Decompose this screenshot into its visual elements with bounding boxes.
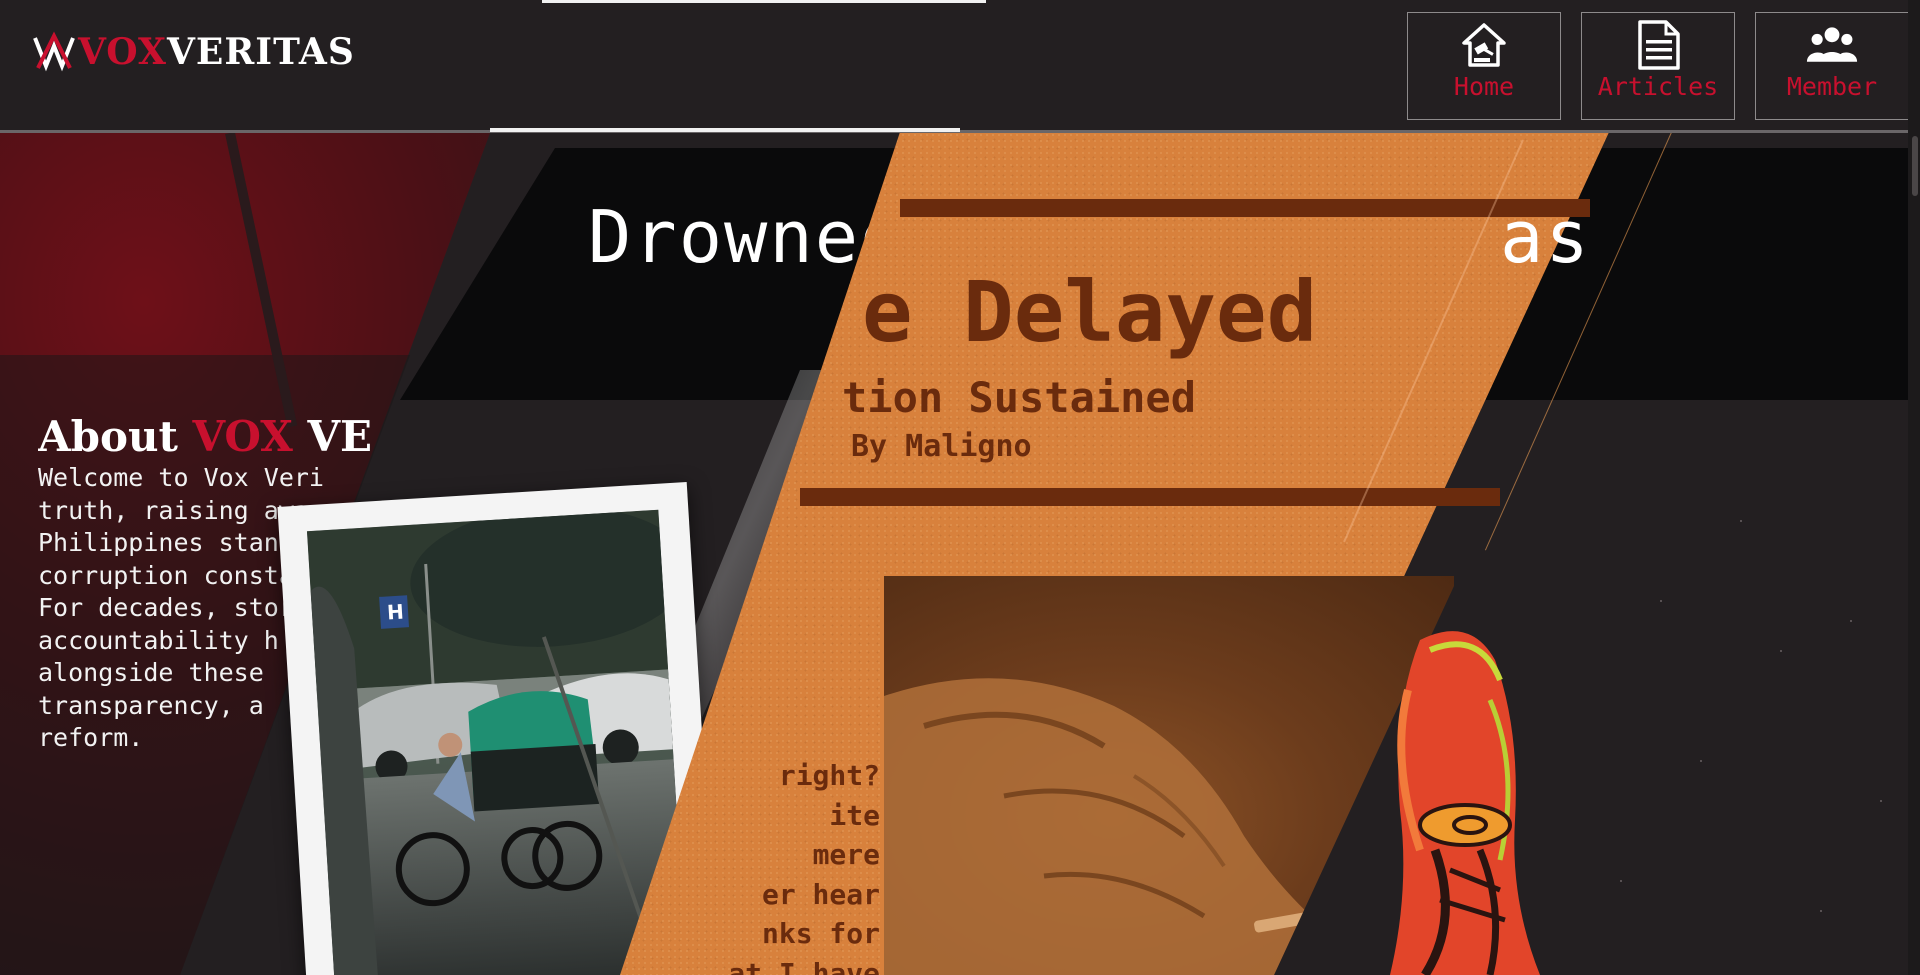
background-speck: [1620, 880, 1622, 882]
about-title: About VOX VE: [38, 412, 478, 462]
header-top-strip: [542, 0, 986, 3]
logo-vox-text: VOX: [78, 31, 167, 73]
about-title-suffix: VE: [292, 412, 373, 461]
document-icon: [1632, 19, 1684, 71]
background-speck: [1850, 620, 1852, 622]
flood-street-photo: H: [306, 509, 688, 975]
article-subheadline: tion Sustained: [842, 373, 1197, 422]
vox-veritas-logo-icon: [32, 30, 76, 74]
header-divider-highlight: [490, 128, 960, 132]
newspaper-rule-bottom: [800, 488, 1500, 506]
background-speck: [1660, 600, 1662, 602]
background-speck: [1820, 910, 1822, 912]
feature-title-tail: as: [1500, 195, 1591, 279]
main-nav: Home Articles Member: [1407, 12, 1909, 120]
about-title-highlight: VOX: [192, 412, 293, 461]
page-scrollbar[interactable]: [1908, 0, 1920, 975]
logo-wordmark: VOXVERITAS: [78, 30, 355, 74]
svg-text:H: H: [386, 599, 404, 624]
home-gavel-icon: [1458, 19, 1510, 71]
background-speck: [1700, 760, 1702, 762]
fiery-figure-illustration: [1330, 620, 1570, 975]
nav-member-label: Member: [1786, 72, 1878, 101]
background-speck: [1880, 800, 1882, 802]
newspaper-rule-top: [900, 199, 1590, 217]
about-title-prefix: About: [38, 412, 193, 461]
background-speck: [1740, 520, 1742, 522]
site-logo[interactable]: VOXVERITAS: [32, 30, 355, 74]
article-headline: e Delayed: [862, 263, 1318, 361]
nav-member-button[interactable]: Member: [1755, 12, 1909, 120]
nav-home-label: Home: [1453, 72, 1515, 101]
scrollbar-thumb[interactable]: [1912, 136, 1918, 196]
nav-articles-label: Articles: [1597, 72, 1719, 101]
nav-articles-button[interactable]: Articles: [1581, 12, 1735, 120]
logo-veritas-text: VERITAS: [166, 31, 355, 73]
nav-home-button[interactable]: Home: [1407, 12, 1561, 120]
group-icon: [1806, 19, 1858, 71]
header-divider: [0, 130, 1920, 133]
article-byline: By Maligno: [851, 429, 1032, 464]
background-speck: [1780, 650, 1782, 652]
